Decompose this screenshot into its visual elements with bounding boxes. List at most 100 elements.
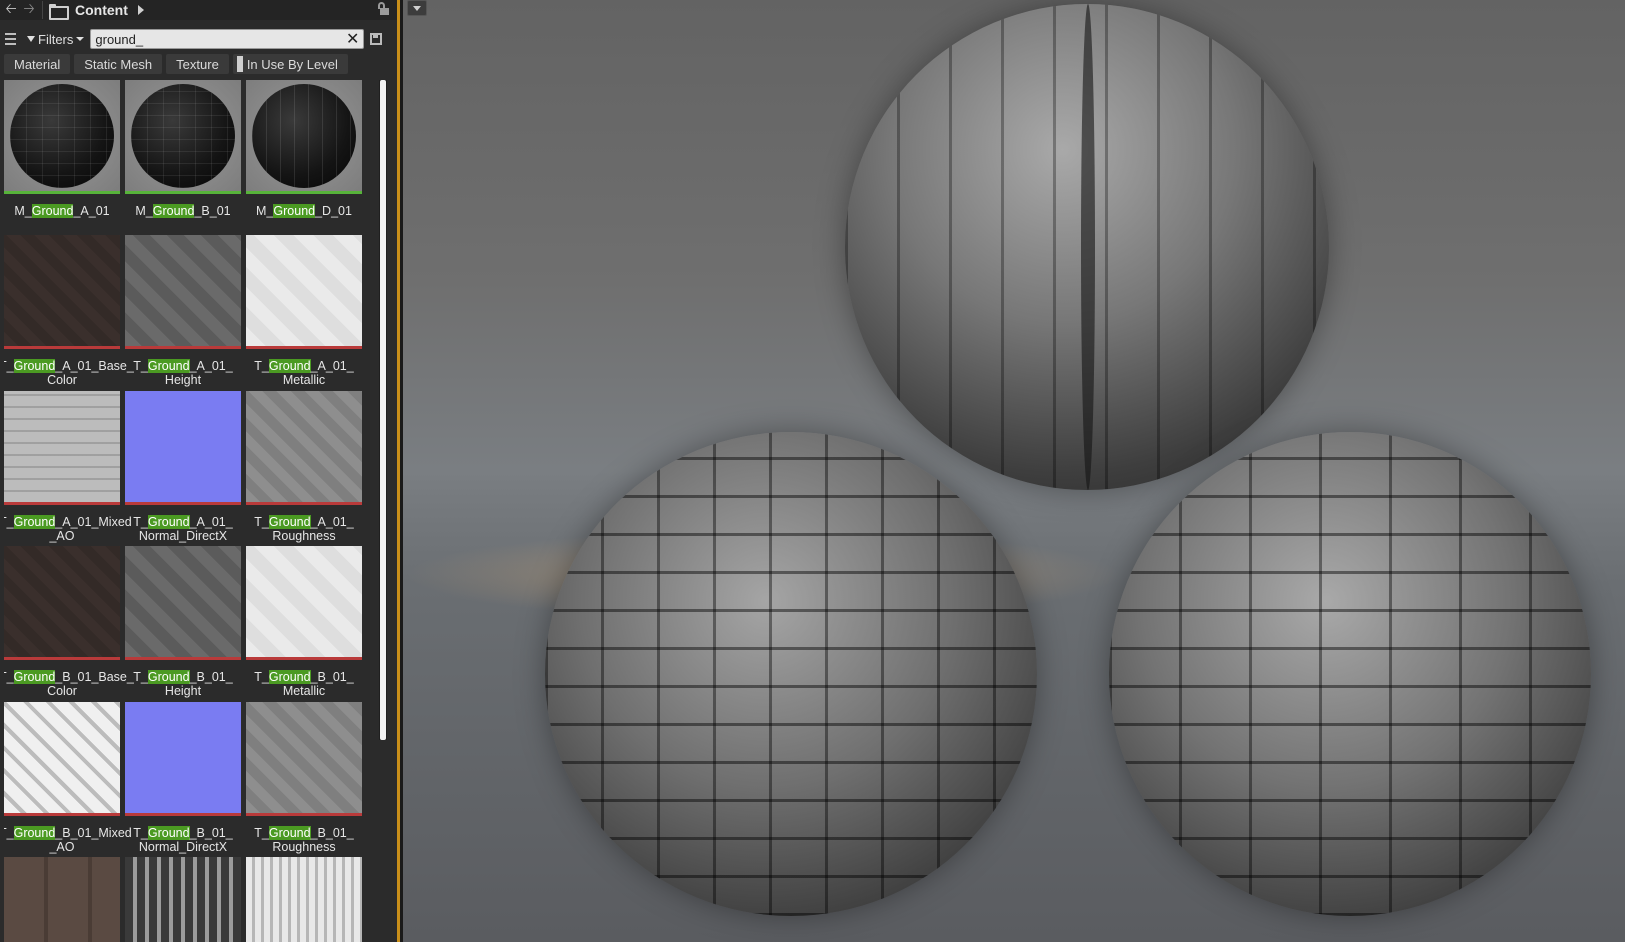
asset-thumbnail	[4, 391, 120, 505]
chip-material[interactable]: Material	[4, 54, 71, 74]
lock-icon[interactable]	[377, 2, 389, 16]
asset-name-prefix: T_	[4, 826, 14, 840]
search-match-highlight: Ground	[147, 826, 190, 840]
asset-thumbnail	[246, 80, 362, 194]
viewport-options-chevron-down-icon[interactable]	[407, 0, 427, 16]
asset-thumbnail	[4, 857, 120, 942]
asset-thumbnail	[246, 857, 362, 942]
asset-tile[interactable]: M_Ground_A_01	[4, 80, 120, 218]
asset-name-prefix: T_	[254, 359, 269, 373]
search-match-highlight: Ground	[268, 670, 311, 684]
chip-in-use-by-level[interactable]: In Use By Level	[232, 54, 348, 74]
asset-grid: M_Ground_A_01M_Ground_B_01M_Ground_D_01T…	[4, 80, 374, 942]
asset-name-prefix: M_	[14, 204, 32, 218]
save-search-icon[interactable]	[370, 33, 383, 45]
level-viewport[interactable]	[403, 0, 1625, 942]
asset-name-prefix: M_	[135, 204, 153, 218]
asset-name-prefix: T_	[4, 670, 14, 684]
chevron-down-icon	[76, 37, 85, 41]
asset-thumbnail	[125, 80, 241, 194]
path-chevron-right-icon[interactable]	[137, 5, 144, 15]
asset-tile[interactable]: T_Ground_A_01_ Metallic	[246, 235, 362, 387]
filters-label: Filters	[38, 31, 74, 47]
material-preview-sphere	[10, 84, 114, 188]
view-options-icon[interactable]	[2, 31, 19, 48]
asset-tile[interactable]: T_Ground_A_01_Mixed _AO	[4, 391, 132, 543]
material-preview-sphere	[131, 84, 235, 188]
asset-thumbnail	[4, 702, 120, 816]
asset-tile[interactable]	[125, 857, 241, 942]
asset-thumbnail	[246, 546, 362, 660]
back-arrow-icon[interactable]: 🡠	[2, 1, 20, 19]
asset-tile[interactable]: T_Ground_B_01_ Height	[125, 546, 241, 698]
ribbed-metal-sphere[interactable]	[845, 4, 1329, 490]
asset-thumbnail	[125, 702, 241, 816]
asset-tile[interactable]: T_Ground_A_01_ Height	[125, 235, 241, 387]
asset-tile[interactable]: M_Ground_B_01	[125, 80, 241, 218]
navigation-bar: 🡠 🡢 Content	[0, 0, 397, 20]
search-input[interactable]	[91, 30, 332, 48]
asset-name-prefix: T_	[4, 515, 14, 529]
search-match-highlight: Ground	[273, 204, 316, 218]
search-match-highlight: Ground	[147, 515, 190, 529]
asset-tile[interactable]: T_Ground_A_01_ Normal_DirectX	[125, 391, 241, 543]
asset-name: T_Ground_A_01_Base_ Color	[4, 359, 134, 387]
filter-chip-bar: Material Static Mesh Texture In Use By L…	[4, 53, 396, 75]
asset-scrollbar[interactable]	[379, 80, 387, 740]
asset-tile[interactable]: T_Ground_A_01_ Roughness	[246, 391, 362, 543]
forward-arrow-icon[interactable]: 🡢	[20, 1, 38, 19]
clear-icon[interactable]: ✕	[346, 31, 359, 47]
asset-thumbnail	[125, 857, 241, 942]
chip-static-mesh[interactable]: Static Mesh	[74, 54, 163, 74]
asset-tile[interactable]	[246, 857, 362, 942]
path-breadcrumb[interactable]: Content	[75, 2, 128, 18]
asset-thumbnail	[4, 546, 120, 660]
material-preview-sphere	[252, 84, 356, 188]
asset-tile[interactable]: T_Ground_B_01_Mixed _AO	[4, 702, 132, 854]
asset-name: M_Ground_A_01	[4, 204, 125, 218]
asset-thumbnail	[246, 391, 362, 505]
search-match-highlight: Ground	[13, 359, 56, 373]
asset-name-prefix: T_	[254, 826, 269, 840]
asset-tile[interactable]	[4, 857, 120, 942]
asset-name-prefix: T_	[254, 515, 269, 529]
chip-label: Material	[14, 56, 61, 72]
filter-bar: Filters ✕	[0, 26, 397, 52]
chip-label: Texture	[176, 56, 219, 72]
search-match-highlight: Ground	[13, 515, 56, 529]
asset-name: T_Ground_A_01_ Height	[120, 359, 246, 387]
asset-name: M_Ground_B_01	[120, 204, 246, 218]
chip-label: Static Mesh	[84, 56, 153, 72]
search-match-highlight: Ground	[13, 826, 56, 840]
scrollbar-thumb[interactable]	[380, 80, 386, 740]
asset-thumbnail	[125, 391, 241, 505]
asset-tile[interactable]: M_Ground_D_01	[246, 80, 362, 218]
asset-tile[interactable]: T_Ground_B_01_ Metallic	[246, 546, 362, 698]
filters-button[interactable]: Filters	[27, 30, 85, 48]
asset-name: M_Ground_D_01	[241, 204, 367, 218]
chip-texture[interactable]: Texture	[166, 54, 229, 74]
asset-thumbnail	[4, 235, 120, 349]
asset-tile[interactable]: T_Ground_B_01_ Normal_DirectX	[125, 702, 241, 854]
tiled-metal-sphere-right[interactable]	[1109, 432, 1591, 916]
asset-name-suffix: _A_01	[73, 204, 110, 218]
asset-thumbnail	[125, 546, 241, 660]
tiled-metal-sphere-left[interactable]	[545, 432, 1037, 916]
search-match-highlight: Ground	[13, 670, 56, 684]
asset-name-prefix: T_	[133, 359, 148, 373]
asset-name-suffix: _D_01	[315, 204, 352, 218]
asset-name-prefix: T_	[254, 670, 269, 684]
search-match-highlight: Ground	[147, 359, 190, 373]
asset-tile[interactable]: T_Ground_B_01_ Roughness	[246, 702, 362, 854]
asset-tile[interactable]: T_Ground_A_01_Base_ Color	[4, 235, 134, 387]
asset-name: T_Ground_A_01_ Metallic	[241, 359, 367, 387]
asset-name-suffix: _B_01	[194, 204, 231, 218]
search-match-highlight: Ground	[268, 359, 311, 373]
search-match-highlight: Ground	[268, 515, 311, 529]
asset-name: T_Ground_B_01_ Normal_DirectX	[120, 826, 246, 854]
asset-name: T_Ground_B_01_Mixed _AO	[4, 826, 132, 854]
asset-thumbnail	[125, 235, 241, 349]
asset-thumbnail	[246, 702, 362, 816]
asset-tile[interactable]: T_Ground_B_01_Base_ Color	[4, 546, 134, 698]
asset-thumbnail	[246, 235, 362, 349]
